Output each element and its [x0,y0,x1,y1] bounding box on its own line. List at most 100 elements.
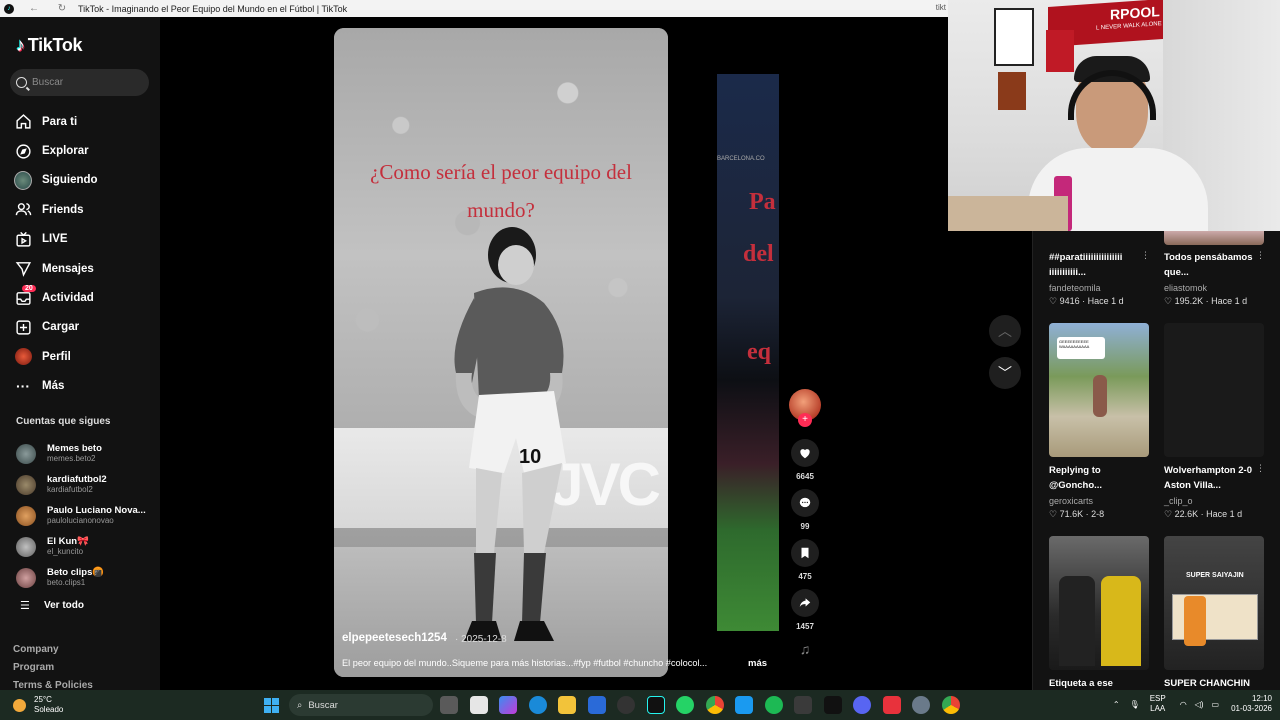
weather-widget[interactable]: 25°C Soleado [13,695,63,715]
microphone-icon[interactable]: 🎙 [1130,700,1140,709]
nav-list: Para ti Explorar Siguiendo Friends LIVE … [14,107,98,401]
footer-link-company[interactable]: Company [13,641,93,659]
grid-card-author[interactable]: _clip_o [1164,496,1193,506]
friends-icon [14,201,32,219]
comment-icon[interactable] [791,489,819,517]
list-icon: ☰ [20,600,30,612]
card-menu-icon[interactable]: ⋮ [1141,250,1150,261]
nav-item-para-ti[interactable]: Para ti [14,107,98,136]
following-section-title: Cuentas que sigues [16,416,111,427]
grid-card-author[interactable]: geroxicarts [1049,496,1093,506]
discord-icon[interactable] [853,696,871,714]
app-icon[interactable] [882,696,901,714]
task-view-icon[interactable] [440,696,458,714]
following-item[interactable]: Paulo Luciano Nova... paulolucianonovao [16,500,146,531]
grid-card-title[interactable]: SUPER CHANCHIN [1164,676,1256,690]
music-disc-icon[interactable]: ♫ [788,641,822,657]
more-icon: ··· [16,378,30,395]
whatsapp-icon[interactable] [676,696,694,714]
tiktok-app-icon[interactable] [646,696,665,714]
comment-action[interactable]: 99 [788,489,822,531]
nav-item-friends[interactable]: Friends [14,195,98,224]
avatar [16,567,36,588]
github-icon[interactable] [617,696,635,714]
card-menu-icon[interactable]: ⋮ [1256,463,1265,474]
grid-card-title[interactable]: Replying to @Goncho... [1049,463,1141,493]
grid-card-title[interactable]: Wolverhampton 2-0 Aston Villa... [1164,463,1256,493]
grid-card-author[interactable]: eliastomok [1164,283,1207,293]
language-indicator[interactable]: ESP LAA [1150,694,1166,714]
clock[interactable]: 12:10 01-03-2026 [1231,694,1272,714]
send-icon [14,260,32,278]
chrome-icon[interactable] [941,696,960,714]
windows-start-icon[interactable] [264,698,279,713]
tiktok-favicon-icon: ♪ [4,3,14,14]
nav-item-mas[interactable]: ··· Más [14,372,98,401]
grid-card-title[interactable]: Etiqueta a ese [1049,676,1141,690]
chevron-up-icon[interactable]: ︿ [989,315,1021,347]
video-author[interactable]: elpepeetesech1254 [342,632,447,644]
like-action[interactable]: 6645 [788,439,822,481]
grid-card-title[interactable]: ##paratiiiiiiiiiiiiiii iiiiiiiiiii... [1049,250,1141,280]
chevron-up-icon[interactable]: ⌃ [1113,700,1120,709]
share-icon[interactable] [791,589,819,617]
more-button[interactable]: más [748,658,767,669]
lang-primary: ESP [1149,694,1166,703]
grid-card-author[interactable]: fandeteomila [1049,283,1101,293]
nav-item-perfil[interactable]: Perfil [14,342,98,371]
store-icon[interactable] [587,696,606,714]
see-all-link[interactable]: ☰ Ver todo [20,599,84,612]
grid-thumbnail[interactable] [1164,323,1264,457]
file-explorer-icon[interactable] [558,696,576,714]
pennant [1046,30,1074,72]
footer-link-program[interactable]: Program [13,659,93,677]
refresh-icon[interactable]: ↻ [54,3,70,14]
following-item[interactable]: Beto clips🍘 beto.clips1 [16,562,146,593]
battery-icon[interactable]: ▭ [1212,700,1220,709]
taskbar-search[interactable]: ⌕ Buscar [289,694,433,716]
nav-item-explorar[interactable]: Explorar [14,136,98,165]
grid-thumbnail[interactable] [1049,536,1149,670]
wifi-icon[interactable]: ◠ [1180,700,1187,709]
follow-plus-icon[interactable]: + [798,413,812,427]
tiktok-logo[interactable]: ♪ TikTok [16,35,83,56]
copilot-icon[interactable] [499,696,517,714]
nav-item-cargar[interactable]: Cargar [14,313,98,342]
following-item[interactable]: Memes beto memes.beto2 [16,438,146,469]
heart-icon[interactable] [791,439,819,467]
photos-icon[interactable] [735,696,753,714]
nav-label: Para ti [42,115,78,128]
app-icon[interactable] [469,696,488,714]
next-video-preview[interactable]: BARCELONA.CO Pa del eq [717,74,779,631]
spotify-icon[interactable] [764,696,783,714]
nav-item-actividad[interactable]: 20 Actividad [14,283,98,312]
grid-card-title[interactable]: Todos pensábamos que... [1164,250,1256,280]
nav-item-siguiendo[interactable]: Siguiendo [14,166,98,195]
chrome-icon[interactable] [705,696,724,714]
grid-thumbnail[interactable]: SUPER SAIYAJIN [1164,536,1264,670]
following-item[interactable]: El Kun🎀 el_kuncito [16,531,146,562]
back-arrow-icon[interactable]: ← [26,3,42,14]
creator-avatar[interactable]: + [789,389,821,427]
volume-icon[interactable]: ◁) [1195,700,1204,709]
search-input[interactable]: Buscar [10,69,149,96]
bookmark-icon[interactable] [791,539,819,567]
grid-thumbnail[interactable]: GEEEEEEEEEE WAAAAAAAAAA [1049,323,1149,457]
share-action[interactable]: 1457 [788,589,822,631]
weather-temp: 25°C [34,695,52,704]
obs-icon[interactable] [794,696,812,714]
tiktok-studio-icon[interactable] [823,696,842,714]
edge-icon[interactable] [528,696,547,714]
following-item[interactable]: kardiafutbol2 kardiafutbol2 [16,469,146,500]
share-count: 1457 [796,622,814,631]
nav-label: Explorar [42,145,89,158]
card-menu-icon[interactable]: ⋮ [1256,250,1265,261]
save-action[interactable]: 475 [788,539,822,581]
settings-icon[interactable] [912,696,930,714]
next-video-small-text: BARCELONA.CO [717,156,765,162]
nav-item-live[interactable]: LIVE [14,225,98,254]
nav-item-mensajes[interactable]: Mensajes [14,254,98,283]
chevron-down-icon[interactable]: ﹀ [989,357,1021,389]
nav-label: Friends [42,203,84,216]
video-player[interactable]: JVC ¿Como sería el peor equipo del mundo… [334,28,668,677]
